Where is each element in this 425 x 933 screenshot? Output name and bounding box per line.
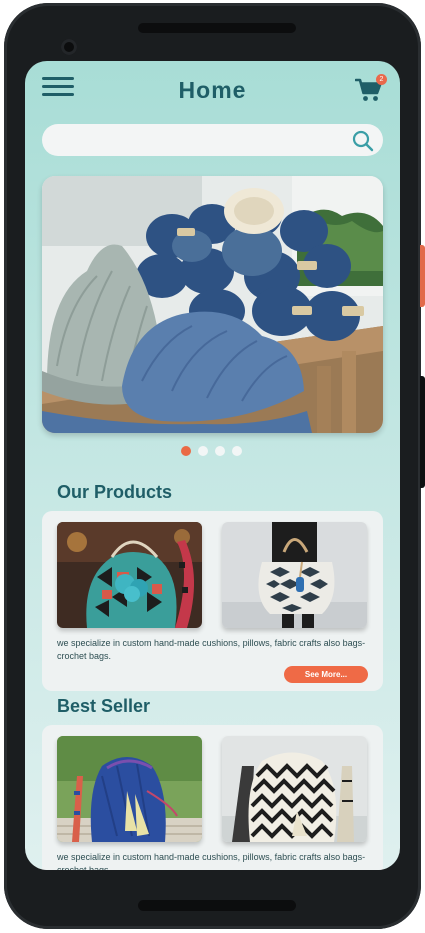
our-products-card: we specialize in custom hand-made cushio… — [42, 511, 383, 691]
top-speaker — [138, 23, 296, 33]
power-button — [420, 245, 425, 307]
page-title: Home — [178, 77, 247, 103]
carousel-banner-image[interactable] — [42, 176, 383, 433]
front-camera — [61, 39, 77, 55]
search-input[interactable] — [56, 124, 336, 156]
product-image-tote-bag[interactable] — [222, 522, 367, 628]
carousel-indicator — [181, 446, 242, 456]
cart-count-badge: 2 — [376, 74, 387, 85]
bottom-speaker — [138, 900, 296, 911]
carousel-dot-2[interactable] — [198, 446, 208, 456]
best-seller-heading: Best Seller — [57, 696, 151, 716]
shopping-cart-icon[interactable]: 2 — [354, 74, 387, 103]
carousel-dot-4[interactable] — [232, 446, 242, 456]
search-bar[interactable] — [42, 124, 383, 156]
carousel-dot-1[interactable] — [181, 446, 191, 456]
search-icon[interactable] — [352, 130, 374, 152]
see-more-button[interactable]: See More... — [284, 666, 368, 683]
best-seller-card: we specialize in custom hand-made cushio… — [42, 725, 383, 870]
our-products-heading: Our Products — [57, 482, 173, 502]
best-seller-image-zigzag-bag[interactable] — [222, 736, 367, 842]
product-image-patterned-backpack[interactable] — [57, 522, 202, 628]
app-screen: Home 2 Our Products we specialize in cus… — [25, 61, 400, 870]
best-seller-description: we specialize in custom hand-made cushio… — [57, 852, 366, 870]
products-description: we specialize in custom hand-made cushio… — [57, 638, 366, 661]
volume-button — [420, 376, 425, 488]
best-seller-image-blue-bag[interactable] — [57, 736, 202, 842]
carousel-dot-3[interactable] — [215, 446, 225, 456]
